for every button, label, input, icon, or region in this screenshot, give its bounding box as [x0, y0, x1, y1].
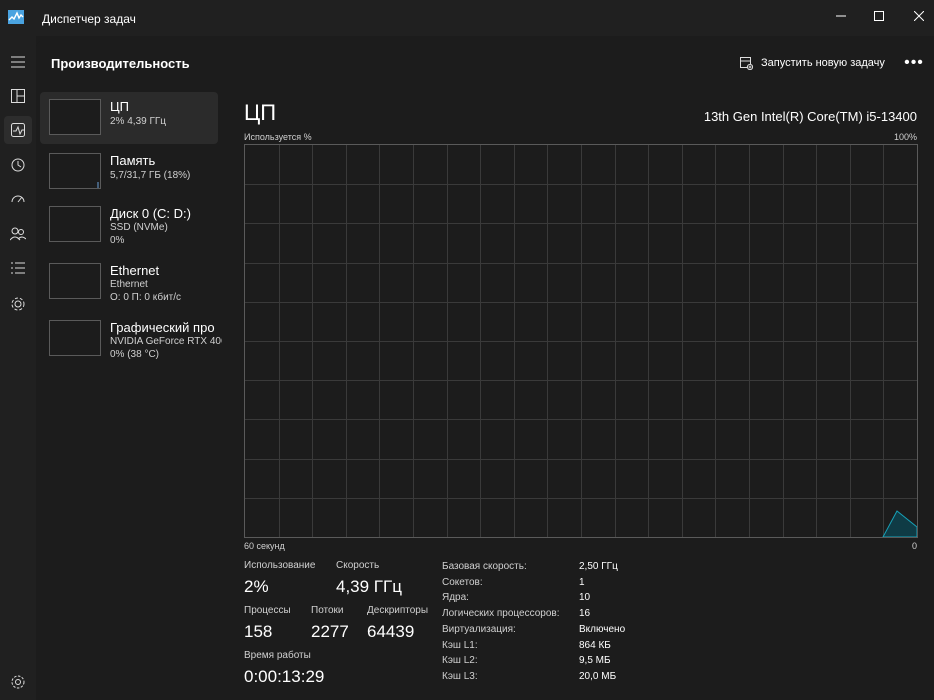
- utilization-value: 2%: [244, 577, 269, 596]
- cpu-usage-area: [882, 510, 917, 537]
- l3-cache-value: 20,0 МБ: [579, 671, 617, 682]
- details-icon: [11, 262, 25, 274]
- device-detail: SSD (NVMe): [110, 222, 168, 233]
- close-button[interactable]: [896, 0, 934, 32]
- nav-details[interactable]: [4, 254, 32, 282]
- run-task-icon: [740, 56, 753, 70]
- run-new-task-button[interactable]: Запустить новую задачу: [740, 54, 885, 72]
- device-detail: Ethernet: [110, 279, 148, 290]
- device-name: Диск 0 (C: D:): [110, 206, 191, 221]
- hamburger-button[interactable]: [4, 48, 32, 76]
- processes-value: 158: [244, 622, 273, 641]
- run-task-label: Запустить новую задачу: [761, 57, 885, 69]
- cpu-heading: ЦП: [244, 100, 277, 125]
- device-name: Ethernet: [110, 263, 160, 278]
- virtualization-value: Включено: [579, 624, 626, 635]
- nav-processes[interactable]: [4, 82, 32, 110]
- nav-app-history[interactable]: [4, 151, 32, 179]
- threads-label: Потоки: [311, 605, 344, 616]
- ethernet-thumbnail: [49, 263, 101, 299]
- sockets-key: Сокетов:: [442, 577, 483, 588]
- device-ethernet[interactable]: Ethernet Ethernet О: 0 П: 0 кбит/с: [40, 256, 218, 308]
- main-panel: Производительность Запустить новую задач…: [36, 40, 934, 700]
- graph-label-max: 100%: [894, 132, 918, 142]
- uptime-value: 0:00:13:29: [244, 667, 325, 686]
- uptime-label: Время работы: [244, 650, 311, 661]
- l2-cache-value: 9,5 МБ: [579, 655, 611, 666]
- handles-value: 64439: [367, 622, 415, 641]
- graph-time-span: 60 секунд: [244, 541, 285, 551]
- device-detail: 2% 4,39 ГГц: [110, 116, 167, 127]
- navigation-rail: [0, 36, 36, 700]
- more-options-button[interactable]: •••: [900, 54, 928, 72]
- page-header: Производительность Запустить новую задач…: [36, 40, 934, 86]
- maximize-icon: [874, 11, 884, 21]
- sockets-value: 1: [579, 577, 585, 588]
- cpu-graph-svg: [245, 145, 917, 537]
- minimize-icon: [836, 15, 846, 17]
- graph-grid: [245, 145, 917, 537]
- graph-label-utilization: Используется %: [244, 132, 312, 142]
- nav-performance[interactable]: [4, 116, 32, 144]
- nav-services[interactable]: [4, 290, 32, 318]
- handles-label: Дескрипторы: [367, 605, 429, 616]
- cpu-thumbnail: [49, 99, 101, 135]
- l3-cache-key: Кэш L3:: [442, 671, 478, 682]
- device-name: Графический про: [110, 320, 215, 335]
- users-icon: [10, 227, 26, 241]
- settings-icon: [11, 675, 25, 689]
- disk-thumbnail: [49, 206, 101, 242]
- device-memory[interactable]: Память 5,7/31,7 ГБ (18%): [40, 146, 218, 198]
- device-detail: NVIDIA GeForce RTX 406: [110, 336, 222, 347]
- base-speed-key: Базовая скорость:: [442, 561, 527, 572]
- logical-processors-key: Логических процессоров:: [442, 608, 560, 619]
- cpu-model: 13th Gen Intel(R) Core(TM) i5-13400: [703, 109, 917, 124]
- device-detail-2: О: 0 П: 0 кбит/с: [110, 292, 182, 303]
- device-gpu[interactable]: Графический про NVIDIA GeForce RTX 406 0…: [40, 313, 222, 365]
- processes-icon: [11, 89, 25, 103]
- device-detail-2: 0% (38 °C): [110, 349, 160, 360]
- speed-label: Скорость: [336, 560, 380, 571]
- speed-value: 4,39 ГГц: [336, 577, 402, 596]
- virtualization-key: Виртуализация:: [442, 624, 516, 635]
- task-manager-app-icon: [8, 10, 24, 24]
- device-name: Память: [110, 153, 156, 168]
- utilization-label: Использование: [244, 560, 316, 571]
- device-disk[interactable]: Диск 0 (C: D:) SSD (NVMe) 0%: [40, 199, 218, 251]
- l2-cache-key: Кэш L2:: [442, 655, 478, 666]
- window-title: Диспетчер задач: [42, 12, 136, 26]
- page-title: Производительность: [51, 56, 190, 71]
- title-bar: Диспетчер задач: [0, 0, 934, 36]
- cores-value: 10: [579, 592, 591, 603]
- base-speed-value: 2,50 ГГц: [579, 561, 618, 572]
- nav-settings[interactable]: [4, 668, 32, 696]
- processes-label: Процессы: [244, 605, 291, 616]
- nav-startup[interactable]: [4, 185, 32, 213]
- memory-thumbnail: [49, 153, 101, 189]
- device-detail: 5,7/31,7 ГБ (18%): [110, 170, 191, 181]
- nav-users[interactable]: [4, 220, 32, 248]
- app-history-icon: [11, 158, 25, 172]
- cores-key: Ядра:: [442, 592, 469, 603]
- startup-icon: [11, 195, 25, 203]
- gpu-thumbnail: [49, 320, 101, 356]
- graph-time-now: 0: [912, 541, 918, 551]
- close-icon: [914, 11, 924, 21]
- hamburger-icon: [11, 56, 25, 68]
- device-detail-2: 0%: [110, 235, 125, 246]
- threads-value: 2277: [311, 622, 349, 641]
- cpu-usage-graph: [244, 144, 918, 538]
- l1-cache-key: Кэш L1:: [442, 640, 478, 651]
- device-name: ЦП: [110, 99, 129, 114]
- l1-cache-value: 864 КБ: [579, 640, 611, 651]
- services-icon: [11, 297, 25, 311]
- device-cpu[interactable]: ЦП 2% 4,39 ГГц: [40, 92, 218, 144]
- more-icon: •••: [904, 54, 924, 71]
- logical-processors-value: 16: [579, 608, 591, 619]
- performance-icon: [11, 123, 25, 137]
